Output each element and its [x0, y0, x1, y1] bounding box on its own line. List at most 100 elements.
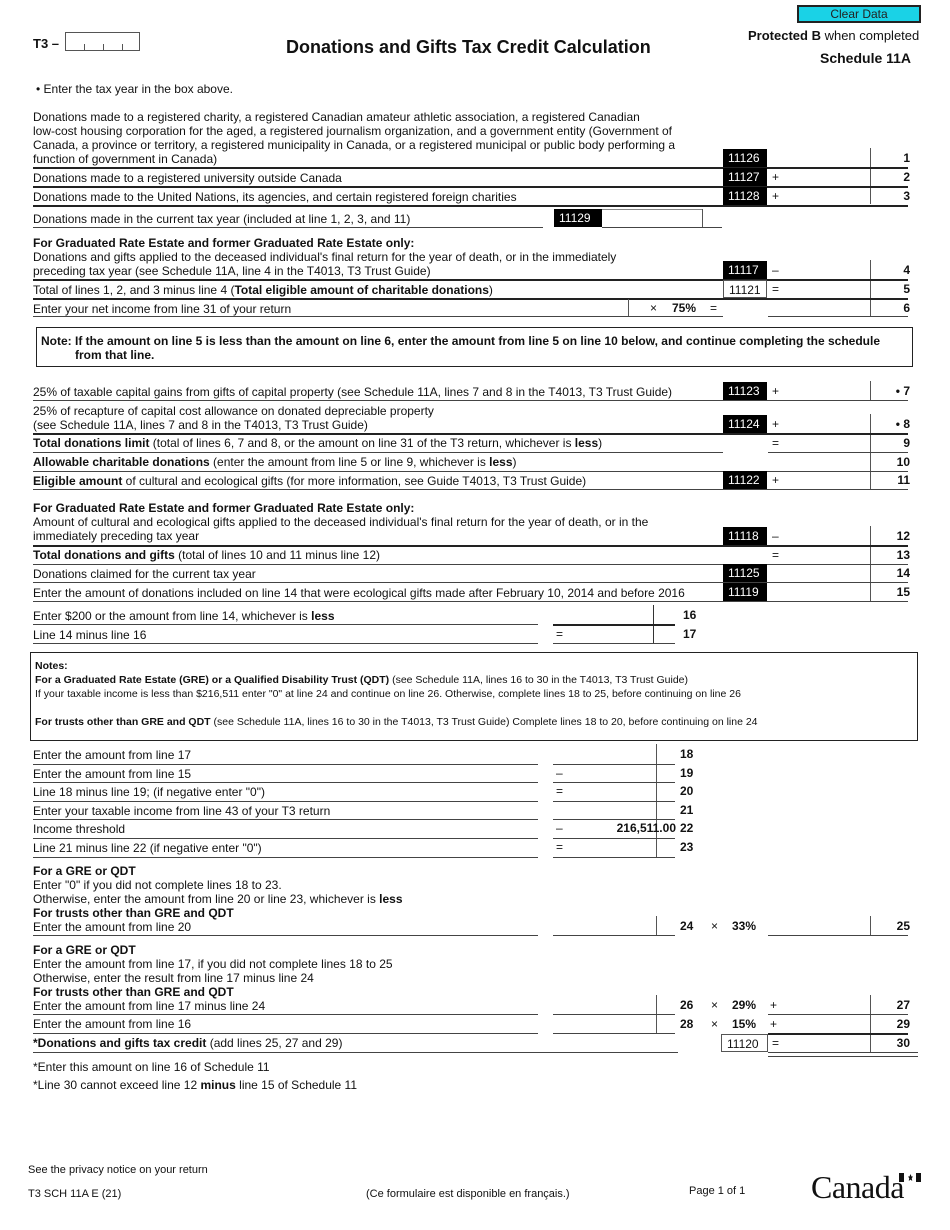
- equals-sign: =: [772, 548, 780, 562]
- line-21-amount[interactable]: [568, 801, 656, 819]
- notes-gre: For a Graduated Rate Estate (GRE) or a Q…: [35, 674, 688, 686]
- line-10-pre: (enter the amount from line 5 or line 9,…: [209, 455, 490, 469]
- line-5-amount[interactable]: [785, 280, 870, 298]
- line-9-pre: (total of lines 6, 7 and 8, or the amoun…: [149, 436, 575, 450]
- line-23-amount[interactable]: [568, 838, 656, 856]
- line-9-amount[interactable]: [785, 434, 870, 452]
- line-29-amount[interactable]: [785, 1015, 870, 1033]
- minus-sign: –: [556, 821, 563, 835]
- code-11119: 11119: [723, 583, 767, 601]
- line-10-text: Allowable charitable donations (enter th…: [33, 455, 517, 469]
- line-24-heading-other: For trusts other than GRE and QDT: [33, 906, 234, 920]
- line-number-3: 3: [903, 189, 910, 203]
- line-30-pre: (add lines 25, 27 and 29): [206, 1036, 343, 1050]
- footnote-2-pre: *Line 30 cannot exceed line 12: [33, 1078, 201, 1092]
- line-number-29: 29: [896, 1017, 910, 1031]
- line-1-text-0: Donations made to a registered charity, …: [33, 110, 640, 124]
- line-number-20: 20: [680, 784, 694, 798]
- line-5-post: ): [488, 283, 493, 297]
- line-11-amount[interactable]: [785, 471, 870, 489]
- clear-data-button[interactable]: Clear Data: [797, 5, 921, 23]
- notes-title: Notes:: [35, 660, 68, 672]
- line-21-text: Enter your taxable income from line 43 o…: [33, 804, 331, 818]
- line-number-11: 11: [897, 473, 910, 487]
- line-17-amount[interactable]: [568, 625, 653, 643]
- line-number-16: 16: [683, 608, 697, 622]
- line-1-amount[interactable]: [770, 149, 870, 167]
- plus-sign: +: [772, 384, 780, 398]
- line-5-bold: Total eligible amount of charitable dona…: [234, 283, 489, 297]
- note-line-0: Note: If the amount on line 5 is less th…: [41, 334, 880, 348]
- french-availability: (Ce formulaire est disponible en françai…: [366, 1188, 570, 1200]
- line-11129-amount[interactable]: [602, 209, 702, 227]
- line-7-amount[interactable]: [785, 382, 870, 400]
- multiply-sign: ×: [711, 998, 719, 1012]
- line-24-pre: Otherwise, enter the amount from line 20…: [33, 892, 380, 906]
- form-prefix: T3 –: [33, 36, 60, 51]
- line-12-text-1: immediately preceding tax year: [33, 529, 200, 543]
- page-number: Page 1 of 1: [689, 1185, 746, 1197]
- code-11129: 11129: [554, 209, 602, 227]
- code-11128: 11128: [723, 187, 767, 205]
- schedule-label: Schedule 11A: [820, 50, 912, 66]
- line-16-amount[interactable]: [553, 606, 653, 624]
- line-16-less: less: [311, 609, 335, 623]
- line-25-amount[interactable]: [770, 917, 870, 935]
- line-28-amount[interactable]: [553, 1015, 656, 1033]
- line-4-amount[interactable]: [785, 261, 870, 279]
- line-6-amount[interactable]: [770, 299, 870, 317]
- line-number-27: 27: [896, 998, 910, 1012]
- line-number-21: 21: [680, 803, 694, 817]
- line-14-amount[interactable]: [770, 564, 870, 582]
- line-24-amount[interactable]: [553, 917, 656, 935]
- line-18-amount[interactable]: [568, 745, 656, 763]
- line-30-text: *Donations and gifts tax credit (add lin…: [33, 1036, 342, 1050]
- line-4-text-0: Donations and gifts applied to the decea…: [33, 250, 617, 264]
- line-2-amount[interactable]: [785, 168, 870, 186]
- line-26-heading-other: For trusts other than GRE and QDT: [33, 985, 234, 999]
- line-number-10: 10: [896, 455, 910, 469]
- code-11126: 11126: [723, 149, 767, 167]
- line-27-amount[interactable]: [785, 996, 870, 1014]
- line-7-text: 25% of taxable capital gains from gifts …: [33, 385, 673, 399]
- line-30-amount[interactable]: [785, 1034, 870, 1052]
- code-11127: 11127: [723, 168, 767, 186]
- code-11117: 11117: [723, 261, 767, 279]
- line-number-6: 6: [903, 301, 910, 315]
- line-11-text: Eligible amount of cultural and ecologic…: [33, 474, 586, 488]
- line-10-amount[interactable]: [770, 453, 870, 471]
- line-5-pre: Total of lines 1, 2, and 3 minus line 4 …: [33, 283, 235, 297]
- line-30-bold: *Donations and gifts tax credit: [33, 1036, 207, 1050]
- line-6-net-income[interactable]: [540, 299, 628, 317]
- code-11118: 11118: [723, 527, 767, 545]
- line-24-heading-gre: For a GRE or QDT: [33, 864, 136, 878]
- line-23-text: Line 21 minus line 22 (if negative enter…: [33, 841, 262, 855]
- line-number-19: 19: [680, 766, 694, 780]
- line-11129-text: Donations made in the current tax year (…: [33, 212, 411, 226]
- footnote-2: *Line 30 cannot exceed line 12 minus lin…: [33, 1078, 357, 1092]
- equals-sign: =: [772, 436, 780, 450]
- line-15-amount[interactable]: [770, 583, 870, 601]
- line-8-text-1: (see Schedule 11A, lines 7 and 8 in the …: [33, 418, 368, 432]
- line-1-text-2: Canada, a province or territory, a regis…: [33, 138, 676, 152]
- notes-other-bold: For trusts other than GRE and QDT: [35, 716, 211, 728]
- tax-year-input[interactable]: [65, 32, 140, 51]
- line-number-17: 17: [683, 627, 697, 641]
- note-box: Note: If the amount on line 5 is less th…: [36, 327, 913, 367]
- line-3-amount[interactable]: [785, 187, 870, 205]
- line-13-amount[interactable]: [785, 546, 870, 564]
- line-12-amount[interactable]: [785, 527, 870, 545]
- line-1-text-1: low-cost housing corporation for the age…: [33, 124, 673, 138]
- line-26-amount[interactable]: [553, 996, 656, 1014]
- line-19-amount[interactable]: [568, 764, 656, 782]
- line-number-2: 2: [903, 170, 910, 184]
- minus-sign: –: [772, 263, 779, 277]
- minus-sign: –: [556, 766, 563, 780]
- line-3-text: Donations made to the United Nations, it…: [33, 190, 517, 204]
- line-28-text: Enter the amount from line 16: [33, 1017, 192, 1031]
- line-number-1: 1: [903, 151, 910, 165]
- line-number-22: 22: [680, 821, 694, 835]
- line-8-amount[interactable]: [785, 415, 870, 433]
- line-20-amount[interactable]: [568, 782, 656, 800]
- percent-29: 29%: [732, 998, 757, 1012]
